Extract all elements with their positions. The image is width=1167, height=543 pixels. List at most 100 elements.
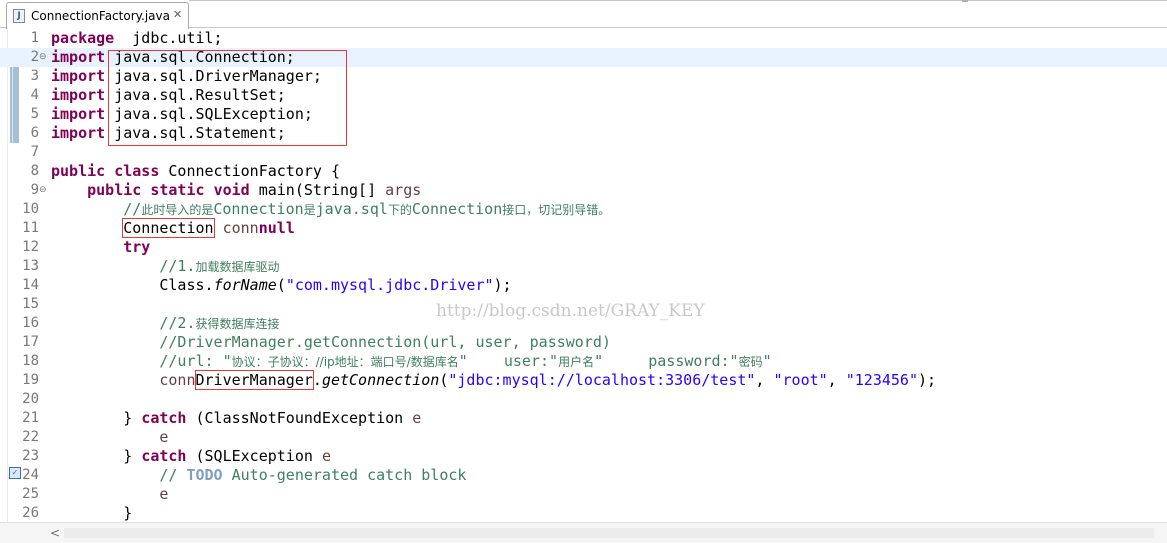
code-token: "	[762, 352, 772, 370]
code-token: ,	[827, 371, 846, 389]
fold-toggle-icon[interactable]: ⊖	[39, 185, 47, 195]
code-token: jdbc.util;	[114, 29, 223, 47]
code-token: }	[51, 504, 133, 522]
code-text: package jdbc.util;	[51, 29, 223, 48]
code-line[interactable]: 11 Connection connnull	[0, 218, 1167, 238]
code-token: static	[150, 181, 205, 199]
line-number: 1	[30, 30, 39, 46]
code-token: //DriverManager.getConnection(url, user,…	[159, 333, 611, 351]
line-number: 22	[22, 429, 39, 445]
code-token: public	[51, 162, 106, 180]
code-token: " user:"	[458, 352, 559, 370]
code-line[interactable]: 25 e	[0, 485, 1167, 504]
code-line[interactable]: 8 public class ConnectionFactory {	[0, 162, 1167, 181]
code-token: (SQLException	[186, 447, 322, 465]
code-token: import	[51, 86, 106, 104]
code-line[interactable]: 1 package jdbc.util;	[0, 29, 1167, 48]
code-line[interactable]: 26 }	[0, 504, 1167, 523]
line-number: 17	[22, 334, 39, 350]
code-line[interactable]: 22 e	[0, 428, 1167, 447]
code-token: Class.	[51, 276, 214, 294]
code-text: Class.forName("com.mysql.jdbc.Driver");	[51, 276, 511, 295]
line-number: 3	[30, 68, 39, 84]
code-text: } catch (SQLException e	[51, 447, 331, 466]
code-text: public static void main(String[] args	[51, 181, 421, 200]
code-token: 密码	[738, 355, 763, 369]
code-token: }	[51, 447, 142, 465]
code-token: //1.	[159, 257, 196, 275]
code-token: args	[385, 181, 422, 199]
code-line[interactable]: 14 Class.forName("com.mysql.jdbc.Driver"…	[0, 276, 1167, 295]
scrollbar-track[interactable]	[64, 528, 1154, 538]
code-token: 协议：子协议：//ip地址：端口号/数据库名	[231, 355, 459, 369]
code-token: "root"	[773, 371, 828, 389]
line-number: 21	[22, 410, 39, 426]
line-number: 2	[30, 49, 39, 65]
line-number: 25	[22, 486, 39, 502]
code-text: try	[51, 238, 150, 257]
code-token: );	[917, 371, 937, 389]
code-line[interactable]: 17 //DriverManager.getConnection(url, us…	[0, 333, 1167, 352]
code-text: e	[51, 485, 168, 504]
code-line[interactable]: 18 //url: "协议：子协议：//ip地址：端口号/数据库名" user:…	[0, 352, 1167, 371]
code-token: 用户名	[558, 355, 595, 369]
line-number: 11	[22, 220, 39, 236]
line-number: 16	[22, 315, 39, 331]
code-token: Connection	[411, 200, 503, 218]
code-token: main(String[]	[249, 181, 386, 199]
code-token: getConnection	[321, 371, 440, 389]
code-text: }	[51, 504, 132, 523]
code-token: void	[213, 181, 250, 199]
code-token: import	[51, 105, 106, 123]
fold-toggle-icon[interactable]: ⊖	[39, 52, 47, 62]
code-line[interactable]: 10 //此时导入的是Connection是java.sql下的Connecti…	[0, 200, 1167, 219]
code-token: 是	[303, 203, 316, 217]
line-number: 23	[22, 448, 39, 464]
line-number: 10	[22, 201, 39, 217]
toolbar-edge-mark	[962, 0, 968, 2]
code-line[interactable]: 20	[0, 390, 1167, 409]
line-number: 19	[22, 372, 39, 388]
code-token: 获得数据库连接	[195, 317, 280, 331]
code-token: " password:"	[594, 352, 739, 370]
code-token: 下的	[387, 203, 412, 217]
code-token: "123456"	[845, 371, 918, 389]
code-text: //url: "协议：子协议：//ip地址：端口号/数据库名" user:"用户…	[51, 352, 772, 372]
code-line[interactable]: 23 } catch (SQLException e	[0, 447, 1167, 466]
code-line[interactable]: 12 try	[0, 238, 1167, 257]
code-token: import	[51, 48, 106, 66]
horizontal-scrollbar[interactable]: <	[0, 522, 1167, 543]
scroll-left-icon[interactable]: <	[50, 525, 60, 541]
code-token: 此时导入的是	[141, 203, 214, 217]
import-highlight-box	[108, 50, 347, 146]
close-icon[interactable]: ✕	[173, 8, 182, 22]
code-line[interactable]: 24 // TODO Auto-generated catch block	[0, 466, 1167, 485]
code-token: try	[123, 238, 151, 256]
code-token: "com.mysql.jdbc.Driver"	[285, 276, 494, 294]
code-token: (ClassNotFoundException	[186, 409, 413, 427]
code-token: e	[321, 447, 331, 465]
tab-connection-factory-java[interactable]: J ConnectionFactory.java ✕	[6, 2, 189, 29]
code-line[interactable]: 21 } catch (ClassNotFoundException e	[0, 409, 1167, 428]
code-token: (	[276, 276, 286, 294]
code-token: 接口，切记别导错。	[502, 203, 611, 217]
code-token: Connection	[213, 200, 304, 218]
code-editor[interactable]: ✓ 1 package jdbc.util; 2 ⊖ import java.sql.C…	[0, 29, 1167, 523]
line-number: 18	[22, 353, 39, 369]
code-line[interactable]: 9 ⊖ public static void main(String[] args	[0, 181, 1167, 200]
code-line[interactable]: 13 //1.加载数据库驱动	[0, 257, 1167, 276]
code-token: }	[51, 409, 142, 427]
code-token: public	[87, 181, 142, 199]
code-text: //此时导入的是Connection是java.sql下的Connection接…	[51, 200, 610, 220]
code-line[interactable]: 19 connDriverManager.getConnection("jdbc…	[0, 370, 1167, 390]
code-token: Auto-generated catch block	[222, 466, 467, 484]
highlighted-token: DriverManager	[194, 370, 314, 390]
